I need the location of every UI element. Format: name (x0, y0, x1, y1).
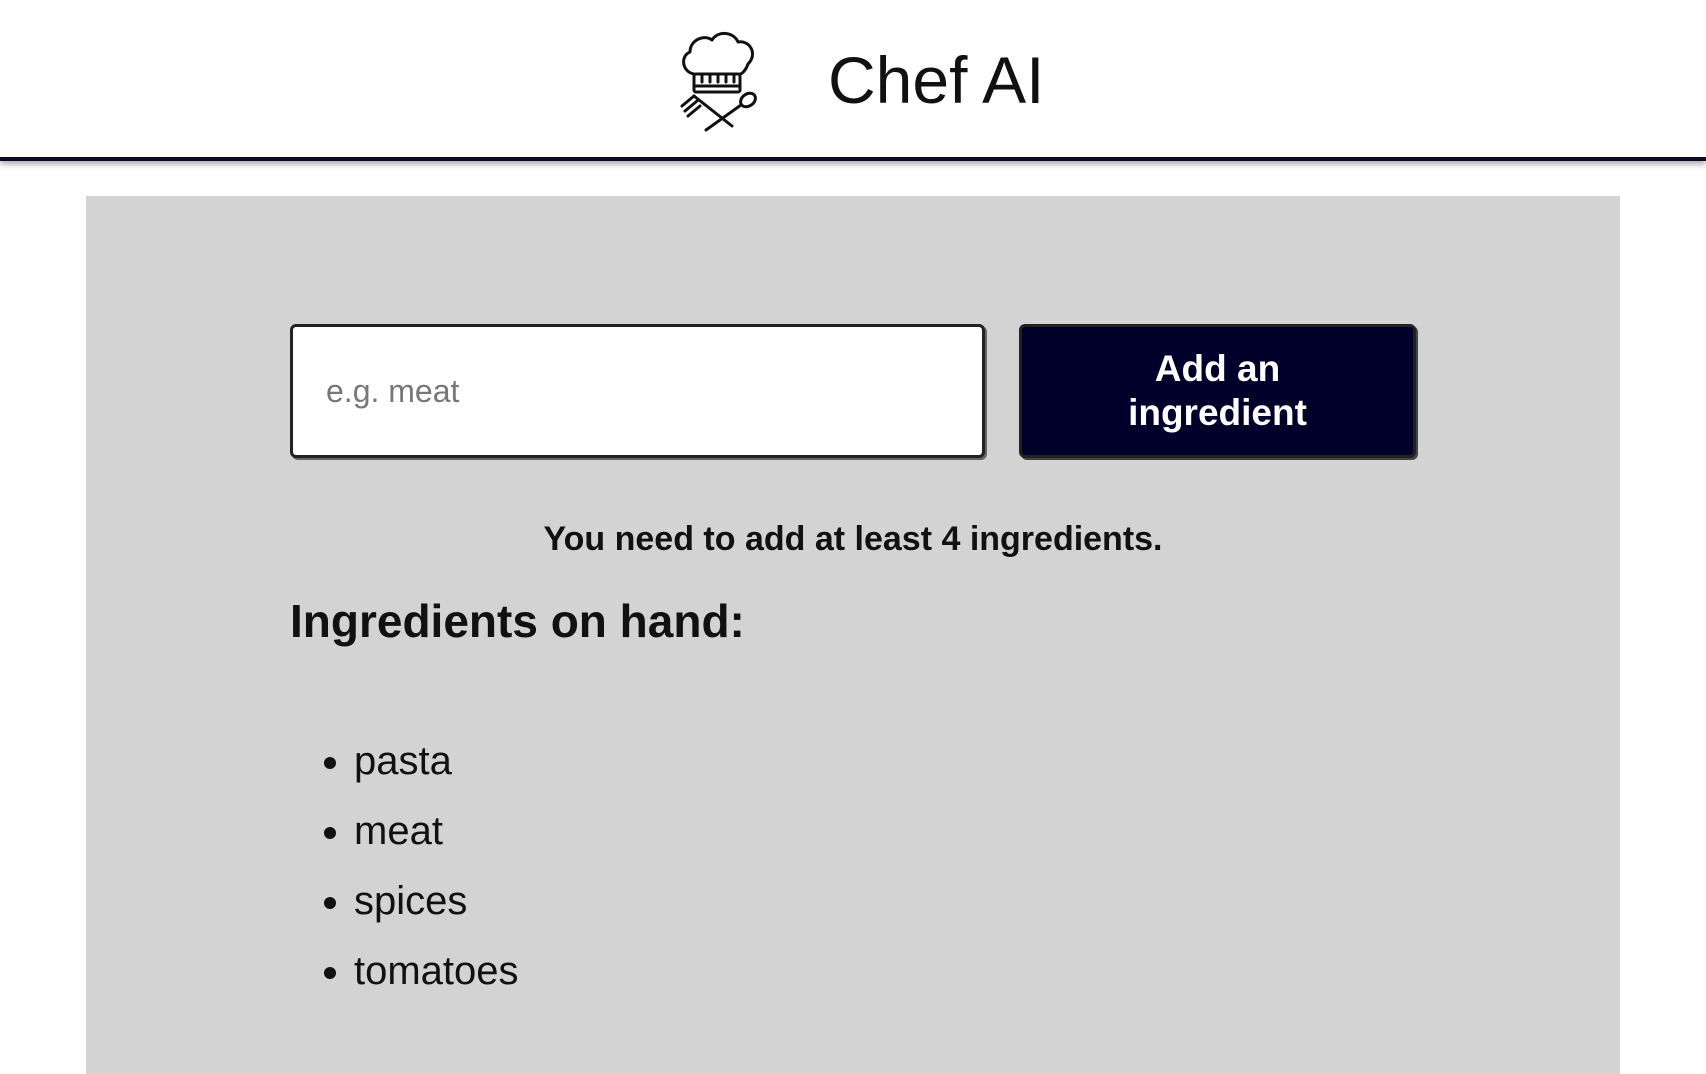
ingredient-item: spices (354, 876, 519, 946)
chef-hat-utensils-icon (680, 32, 757, 132)
ingredient-item: meat (354, 806, 519, 876)
minimum-ingredients-hint: You need to add at least 4 ingredients. (543, 520, 1163, 558)
main-panel: Add an ingredient You need to add at lea… (86, 196, 1620, 1074)
ingredients-list: pasta meat spices tomatoes (290, 736, 519, 1016)
app-title: Chef AI (828, 43, 1045, 117)
ingredients-heading: Ingredients on hand: (290, 595, 745, 647)
add-ingredient-button[interactable]: Add an ingredient (1019, 324, 1416, 458)
app-header: Chef AI (0, 0, 1706, 161)
ingredient-item: tomatoes (354, 946, 519, 1016)
ingredient-input[interactable] (290, 324, 985, 458)
ingredient-item: pasta (354, 736, 519, 806)
